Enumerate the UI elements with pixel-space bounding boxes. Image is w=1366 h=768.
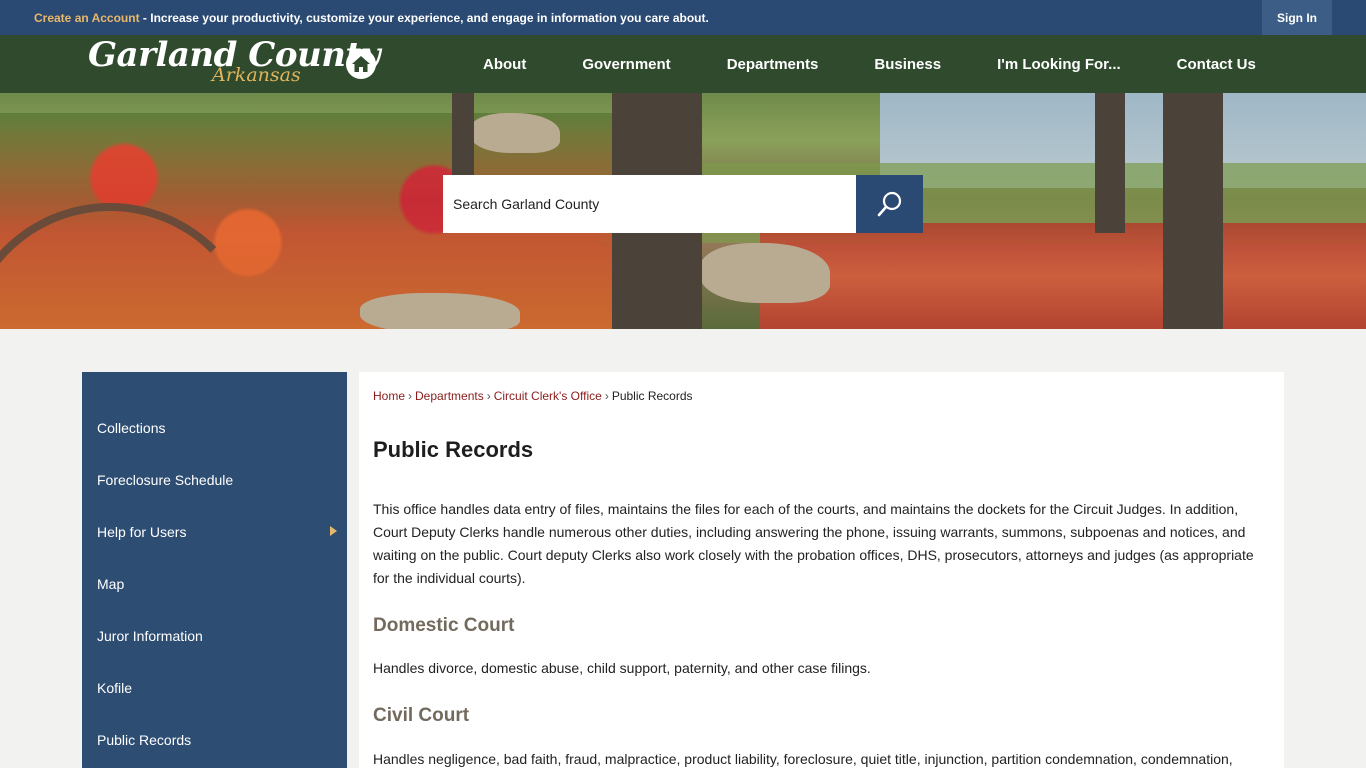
civil-court-heading: Civil Court	[373, 705, 470, 726]
domestic-court-text: Handles divorce, domestic abuse, child s…	[373, 660, 871, 676]
sidebar-item-collections[interactable]: Collections	[82, 402, 347, 454]
search-box	[443, 175, 923, 233]
search-button[interactable]	[856, 175, 923, 233]
home-button[interactable]	[346, 49, 376, 79]
site-logo[interactable]: Garland County Arkansas	[88, 35, 380, 93]
sidebar-item-label: Help for Users	[97, 524, 187, 540]
domestic-court-heading: Domestic Court	[373, 615, 515, 636]
nav-looking-for[interactable]: I'm Looking For...	[969, 35, 1149, 93]
hero-tree	[1095, 93, 1125, 233]
nav-contact-us[interactable]: Contact Us	[1149, 35, 1284, 93]
create-account-link[interactable]: Create an Account	[34, 11, 140, 25]
search-input[interactable]	[443, 175, 856, 233]
breadcrumb-separator: ›	[604, 389, 609, 403]
breadcrumb-home[interactable]: Home	[373, 389, 405, 403]
main-content: Home › Departments › Circuit Clerk's Office ›…	[359, 372, 1284, 768]
sidebar-item-label: Foreclosure Schedule	[97, 472, 234, 488]
hero-tree	[1163, 93, 1223, 329]
intro-paragraph: This office handles data entry of files,…	[373, 501, 1254, 586]
sidebar-item-label: Map	[97, 576, 125, 592]
site-header: Garland County Arkansas About Government…	[0, 35, 1366, 93]
hero-tulips-right	[760, 223, 1366, 329]
hero-tree	[452, 93, 474, 183]
sidebar-item-label: Kofile	[97, 680, 133, 696]
sidebar-item-label: Public Records	[97, 732, 192, 748]
breadcrumb-separator: ›	[486, 389, 491, 403]
hero-rock	[470, 113, 560, 153]
hero-rock	[360, 293, 520, 329]
sidebar-item-foreclosure-schedule[interactable]: Foreclosure Schedule	[82, 454, 347, 506]
logo-text-state: Arkansas	[212, 64, 301, 86]
sidebar-item-label: Collections	[97, 420, 166, 436]
sidebar-item-public-records[interactable]: Public Records	[82, 714, 347, 766]
sign-in-button[interactable]: Sign In	[1262, 0, 1332, 35]
sidebar-item-label: Juror Information	[97, 628, 203, 644]
breadcrumb-separator: ›	[408, 389, 413, 403]
nav-about[interactable]: About	[455, 35, 554, 93]
home-icon	[352, 56, 370, 72]
account-message: Create an Account - Increase your produc…	[34, 11, 709, 25]
breadcrumb-departments[interactable]: Departments	[415, 389, 484, 403]
page-title: Public Records	[373, 437, 534, 462]
hero-rock	[700, 243, 830, 303]
breadcrumb: Home › Departments › Circuit Clerk's Office ›…	[373, 389, 693, 403]
sidebar-item-kofile[interactable]: Kofile	[82, 662, 347, 714]
main-nav: About Government Departments Business I'…	[455, 35, 1284, 93]
nav-business[interactable]: Business	[846, 35, 969, 93]
sidebar-item-juror-information[interactable]: Juror Information	[82, 610, 347, 662]
sidebar-nav: Collections Foreclosure Schedule Help fo…	[82, 372, 347, 768]
search-icon	[877, 191, 901, 217]
breadcrumb-circuit-clerk[interactable]: Circuit Clerk's Office	[494, 389, 602, 403]
arrow-right-icon[interactable]	[330, 526, 337, 536]
sidebar-item-map[interactable]: Map	[82, 558, 347, 610]
account-message-text: - Increase your productivity, customize …	[139, 11, 709, 25]
nav-government[interactable]: Government	[554, 35, 698, 93]
breadcrumb-current: Public Records	[611, 389, 693, 403]
nav-departments[interactable]: Departments	[699, 35, 847, 93]
sidebar-item-help-for-users[interactable]: Help for Users	[82, 506, 347, 558]
utility-bar: Create an Account - Increase your produc…	[0, 0, 1366, 35]
civil-court-text: Handles negligence, bad faith, fraud, ma…	[373, 751, 1233, 767]
